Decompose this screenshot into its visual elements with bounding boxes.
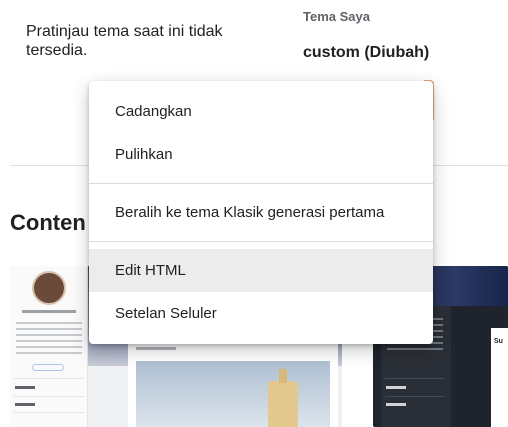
menu-item-mobile-settings[interactable]: Setelan Seluler	[89, 292, 433, 335]
thumbnail-nav-text	[15, 403, 35, 406]
thumbnail-tower-top	[279, 369, 287, 383]
thumbnail-text-line	[387, 348, 443, 350]
my-theme-label: Tema Saya	[303, 9, 370, 24]
thumbnail-nav-divider	[385, 378, 445, 379]
thumbnail-tower-image	[268, 381, 298, 427]
preview-unavailable-message: Pratinjau tema saat ini tidak tersedia.	[26, 23, 223, 59]
thumbnail-post-photo	[136, 361, 330, 427]
thumbnail-nav-divider	[385, 396, 445, 397]
thumbnail-post-card	[128, 341, 338, 427]
menu-separator	[89, 241, 433, 242]
thumbnail-nav-divider	[14, 396, 84, 397]
thumbnail-post-meta	[136, 347, 176, 350]
thumbnail-nav-text	[386, 403, 406, 406]
section-title: Conten	[10, 210, 86, 235]
thumbnail-sidebar	[10, 266, 88, 427]
theme-options-menu: Cadangkan Pulihkan Beralih ke tema Klasi…	[89, 81, 433, 344]
thumbnail-text-line	[16, 346, 82, 348]
thumbnail-panel-heading: Su	[494, 338, 503, 345]
thumbnail-pill-button	[32, 364, 64, 371]
thumbnail-nav-divider	[14, 378, 84, 379]
thumbnail-text-line	[16, 340, 82, 342]
avatar	[32, 271, 66, 305]
thumbnail-text-line	[16, 352, 82, 354]
thumbnail-text-line	[16, 334, 82, 336]
menu-item-edit-html[interactable]: Edit HTML	[89, 249, 433, 292]
thumbnail-nav-text	[15, 386, 35, 389]
menu-separator	[89, 183, 433, 184]
thumbnail-nav-text	[386, 386, 406, 389]
thumbnail-text-line	[16, 322, 82, 324]
thumbnail-nav-divider	[14, 412, 84, 413]
thumbnail-name-line	[22, 310, 76, 313]
current-theme-name: custom (Diubah)	[303, 44, 430, 61]
menu-item-restore[interactable]: Pulihkan	[89, 133, 433, 176]
menu-item-backup[interactable]: Cadangkan	[89, 90, 433, 133]
thumbnail-text-line	[16, 328, 82, 330]
menu-item-switch-classic-theme[interactable]: Beralih ke tema Klasik generasi pertama	[89, 191, 433, 234]
